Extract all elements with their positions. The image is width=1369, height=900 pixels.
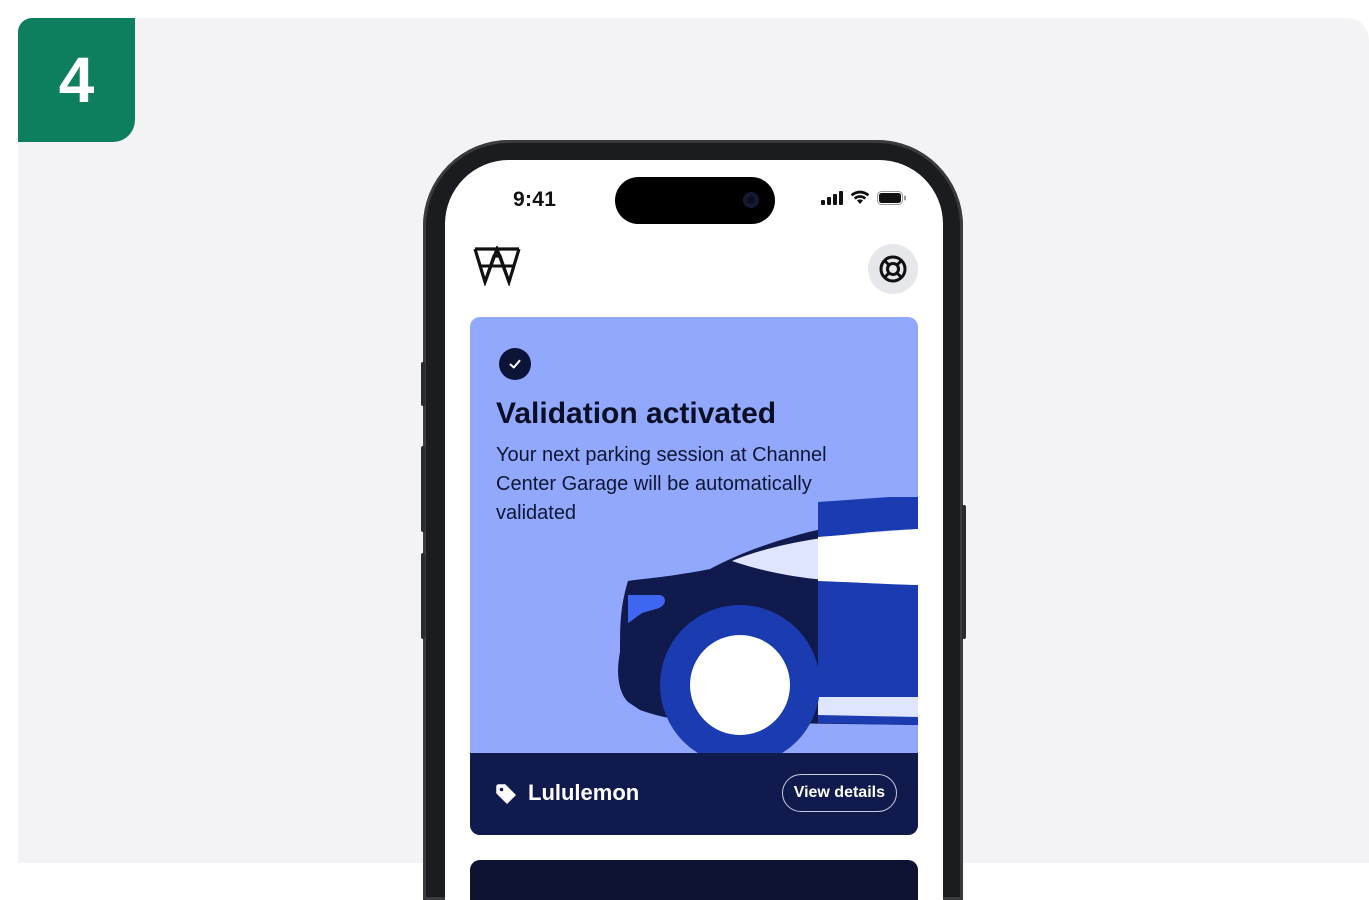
dynamic-island	[615, 177, 775, 224]
w-logo-icon	[473, 246, 521, 286]
phone-screen: 9:41 Validation activated Your next park…	[445, 160, 943, 900]
phone-side-button	[421, 362, 425, 406]
step-number-badge: 4	[18, 18, 135, 142]
status-icons	[821, 190, 907, 205]
validation-card[interactable]: Validation activated Your next parking s…	[470, 317, 918, 835]
wifi-icon	[850, 190, 870, 204]
battery-icon	[877, 190, 906, 205]
next-card[interactable]	[470, 860, 918, 900]
card-title: Validation activated	[496, 397, 777, 430]
card-footer: Lululemon View details	[470, 753, 918, 835]
phone-side-button	[962, 505, 966, 639]
tag-icon	[496, 784, 516, 804]
view-details-button[interactable]: View details	[781, 774, 897, 812]
check-circle-icon	[499, 348, 531, 380]
lifebuoy-icon	[879, 255, 907, 283]
phone-side-button	[421, 553, 425, 639]
status-time: 9:41	[513, 188, 557, 211]
cellular-signal-icon	[821, 190, 843, 205]
car-illustration	[618, 497, 918, 757]
camera-icon	[743, 192, 759, 208]
help-button[interactable]	[868, 244, 918, 294]
phone-side-button	[421, 446, 425, 532]
merchant-name: Lululemon	[528, 780, 640, 805]
